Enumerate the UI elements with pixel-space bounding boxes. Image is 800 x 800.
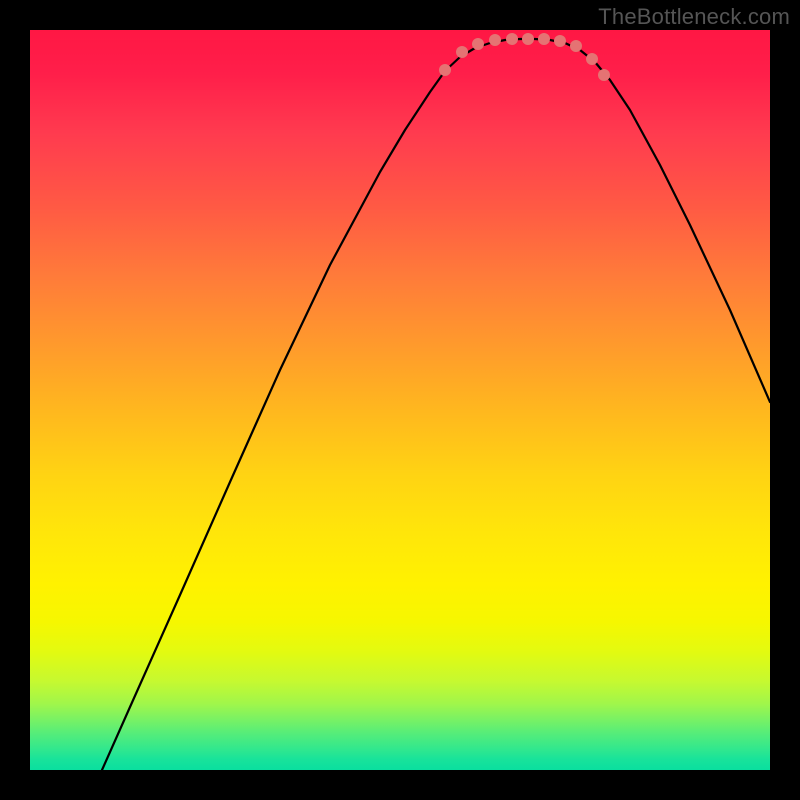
optimal-dot	[554, 35, 566, 47]
watermark-text: TheBottleneck.com	[598, 4, 790, 30]
bottleneck-curve-path	[102, 39, 770, 770]
plot-area	[30, 30, 770, 770]
optimal-dot	[472, 38, 484, 50]
optimal-dot	[598, 69, 610, 81]
optimal-dot	[522, 33, 534, 45]
optimal-dot	[439, 64, 451, 76]
chart-frame: TheBottleneck.com	[0, 0, 800, 800]
optimal-zone-dots-group	[439, 33, 610, 81]
chart-svg	[30, 30, 770, 770]
optimal-dot	[586, 53, 598, 65]
optimal-dot	[506, 33, 518, 45]
optimal-dot	[570, 40, 582, 52]
optimal-dot	[456, 46, 468, 58]
optimal-dot	[538, 33, 550, 45]
optimal-dot	[489, 34, 501, 46]
